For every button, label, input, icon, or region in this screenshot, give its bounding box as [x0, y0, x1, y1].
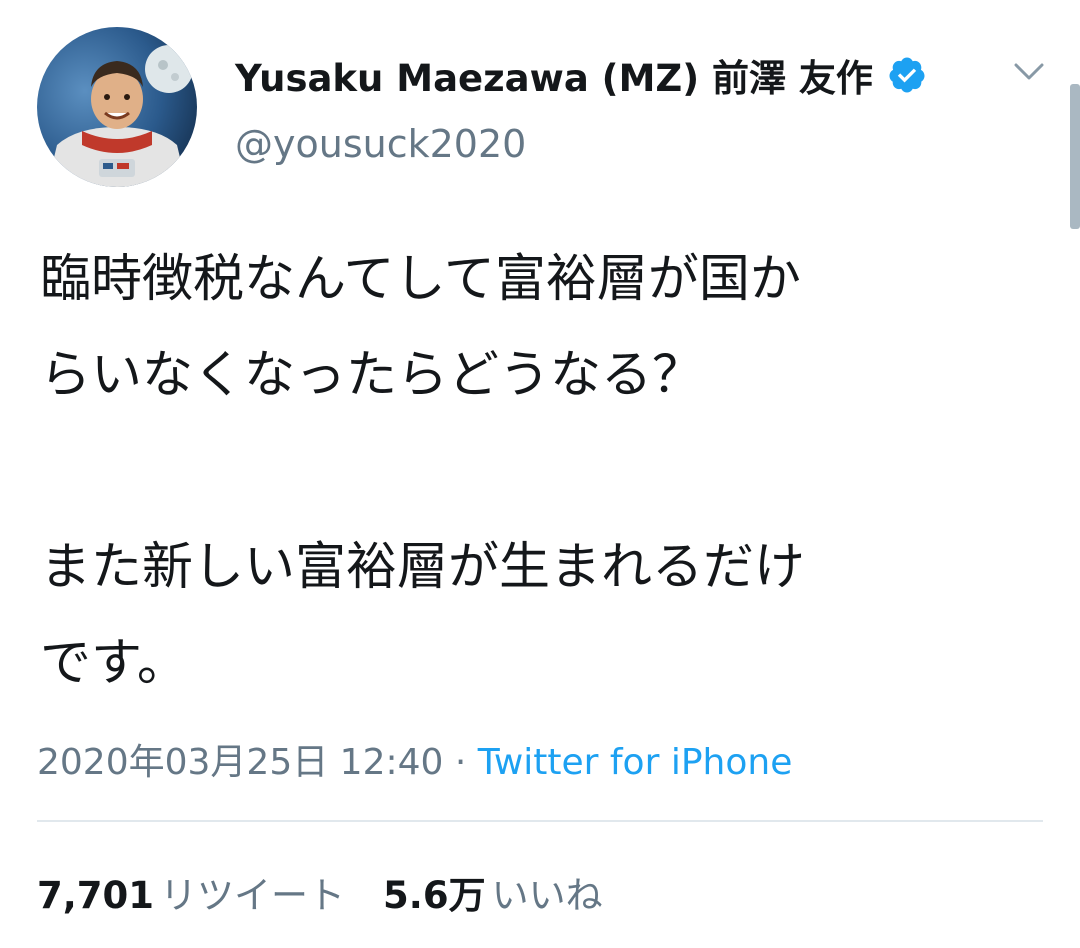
- verified-badge-icon: [887, 55, 927, 95]
- scrollbar[interactable]: [1070, 84, 1080, 229]
- likes-label: いいね: [491, 874, 603, 917]
- display-name-text: Yusaku Maezawa (MZ) 前澤 友作: [235, 57, 873, 100]
- tweet-text: 臨時徴税なんてして富裕層が国か らいなくなったらどうなる？ また新しい富裕層が生…: [40, 250, 806, 693]
- tweet-meta: 2020年03月25日 12:40 · Twitter for iPhone: [37, 733, 792, 785]
- astronaut-avatar-icon: [37, 27, 197, 187]
- retweets-count: 7,701: [37, 874, 155, 917]
- author-display-name[interactable]: Yusaku Maezawa (MZ) 前澤 友作: [235, 50, 927, 100]
- retweets-stat[interactable]: 7,701 リツイート: [37, 874, 345, 917]
- chevron-down-icon[interactable]: [1010, 56, 1048, 86]
- likes-count: 5.6万: [383, 874, 486, 917]
- tweet-stats: 7,701 リツイート 5.6万 いいね: [37, 865, 603, 919]
- meta-separator: ·: [443, 742, 478, 783]
- author-handle[interactable]: @yousuck2020: [235, 122, 526, 166]
- tweet-timestamp[interactable]: 2020年03月25日 12:40: [37, 742, 443, 783]
- tweet-source-link[interactable]: Twitter for iPhone: [478, 742, 793, 783]
- likes-stat[interactable]: 5.6万 いいね: [345, 874, 603, 917]
- retweets-label: リツイート: [160, 874, 346, 917]
- avatar[interactable]: [37, 27, 197, 187]
- divider: [37, 820, 1043, 822]
